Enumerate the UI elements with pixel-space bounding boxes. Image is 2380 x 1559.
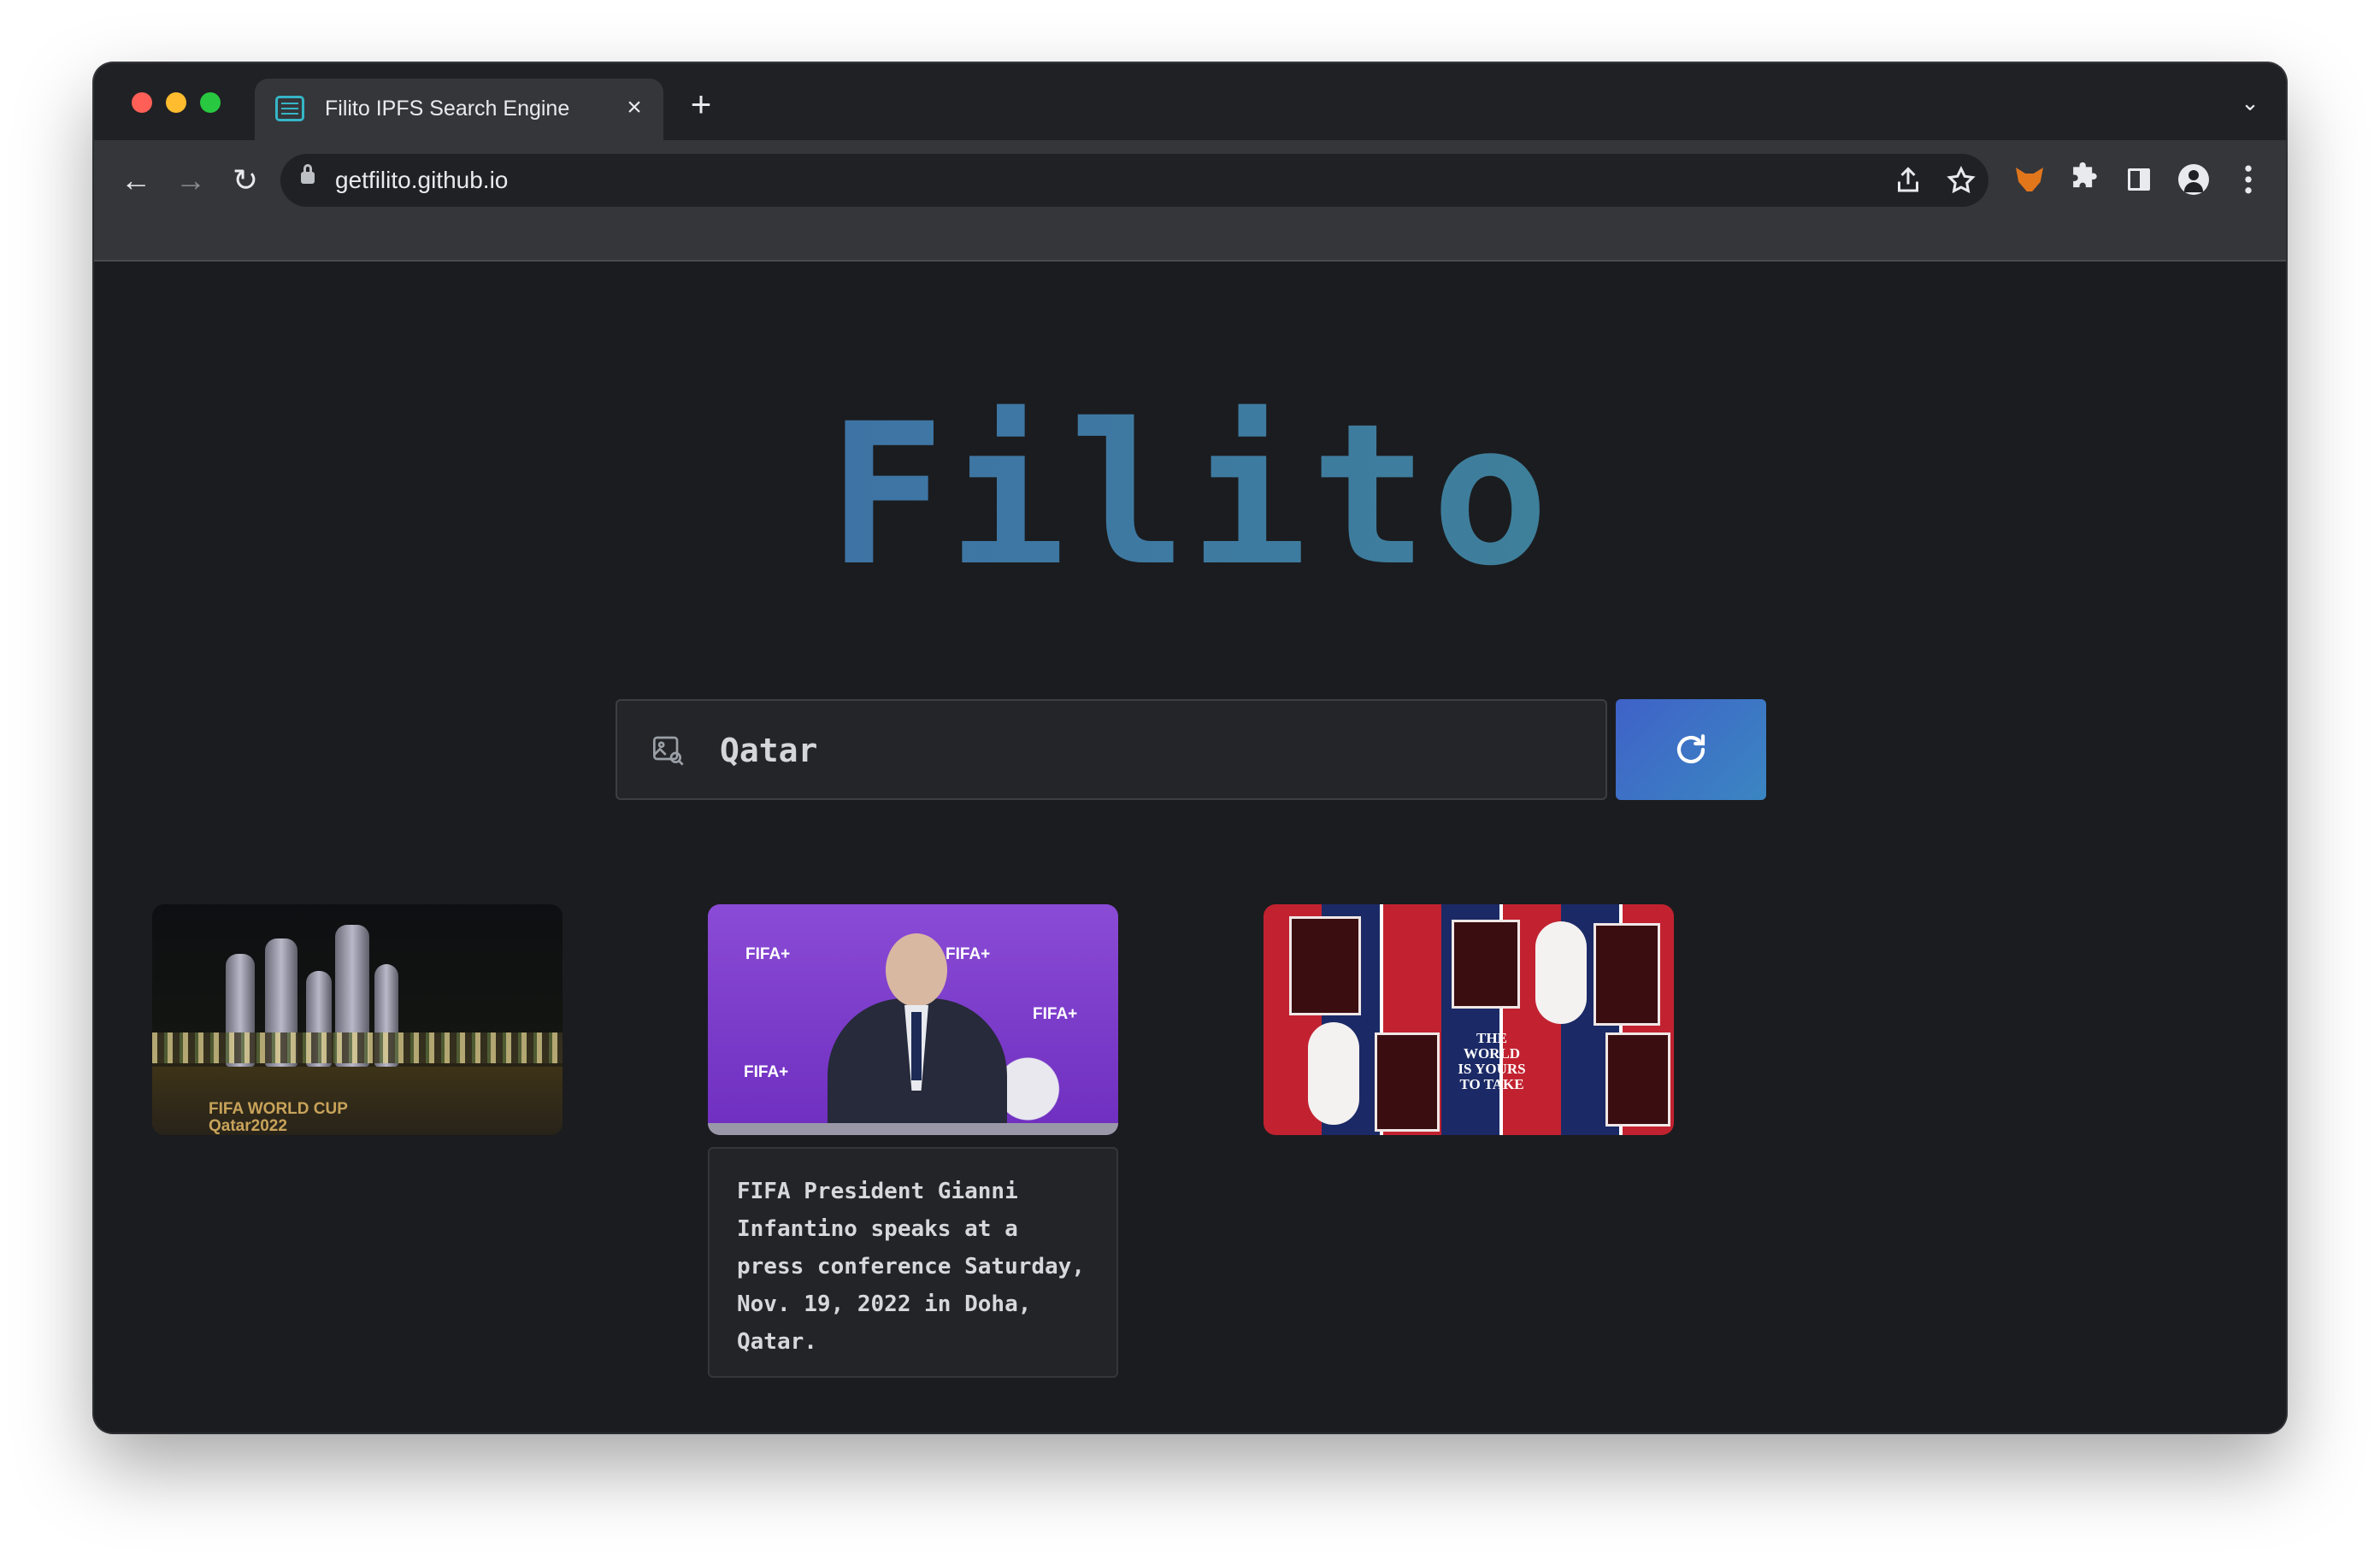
tab-filito[interactable]: Filito IPFS Search Engine × (255, 79, 663, 140)
kebab-menu-icon[interactable] (2230, 161, 2267, 198)
result-image-budweiser-posters[interactable]: THE WORLD IS YOURS TO TAKE (1264, 904, 1674, 1135)
tab-close-button[interactable]: × (619, 92, 650, 123)
page-content: Filito Qatar FIFA WORLD CUP Qatar2022 FI… (94, 262, 2286, 1433)
tab-search-menu-button[interactable]: ⌄ (2236, 89, 2264, 116)
result-caption: FIFA President Gianni Infantino speaks a… (708, 1147, 1118, 1378)
minimize-window-button[interactable] (166, 92, 186, 113)
tab-bar: Filito IPFS Search Engine × + ⌄ (94, 63, 2286, 140)
fifa-world-cup-banner: FIFA WORLD CUP Qatar2022 (209, 1100, 348, 1135)
url-text[interactable]: getfilito.github.io (335, 167, 508, 194)
close-window-button[interactable] (132, 92, 152, 113)
extensions-puzzle-icon[interactable] (2065, 161, 2103, 198)
result-image-qatar-towers[interactable]: FIFA WORLD CUP Qatar2022 (152, 904, 563, 1135)
image-search-icon[interactable] (651, 733, 686, 768)
refresh-icon (1676, 734, 1705, 764)
bookmark-star-icon[interactable] (1946, 165, 1976, 196)
forward-button[interactable]: → (169, 159, 212, 202)
side-panel-icon[interactable] (2120, 161, 2158, 198)
search-input[interactable] (718, 720, 1576, 781)
browser-window: Filito IPFS Search Engine × + ⌄ ← → ↻ ge… (94, 63, 2286, 1433)
search-refresh-button[interactable] (1616, 699, 1766, 800)
fifa-plus-label: FIFA+ (745, 945, 791, 963)
tab-title: Filito IPFS Search Engine (325, 97, 570, 121)
speaker-figure (819, 933, 1016, 1135)
lock-icon[interactable] (301, 164, 315, 184)
share-icon[interactable] (1893, 165, 1923, 196)
back-button[interactable]: ← (115, 159, 157, 202)
fifa-plus-label: FIFA+ (1033, 1005, 1078, 1023)
fifa-plus-label: FIFA+ (744, 1063, 789, 1081)
filito-logo: Filito (94, 381, 2286, 609)
reload-button[interactable]: ↻ (224, 159, 267, 202)
profile-icon[interactable] (2175, 161, 2212, 198)
poster-slogan: THE WORLD IS YOURS TO TAKE (1458, 1030, 1526, 1092)
filito-favicon-icon (275, 96, 304, 121)
new-tab-button[interactable]: + (682, 86, 720, 125)
result-image-infantino-press[interactable]: FIFA+ FIFA+ FIFA+ FIFA+ (708, 904, 1118, 1135)
maximize-window-button[interactable] (200, 92, 221, 113)
metamask-fox-icon[interactable] (2011, 161, 2048, 198)
browser-toolbar: ← → ↻ getfilito.github.io (94, 140, 2286, 262)
address-bar[interactable]: getfilito.github.io (280, 154, 1988, 207)
search-bar[interactable] (616, 699, 1607, 800)
